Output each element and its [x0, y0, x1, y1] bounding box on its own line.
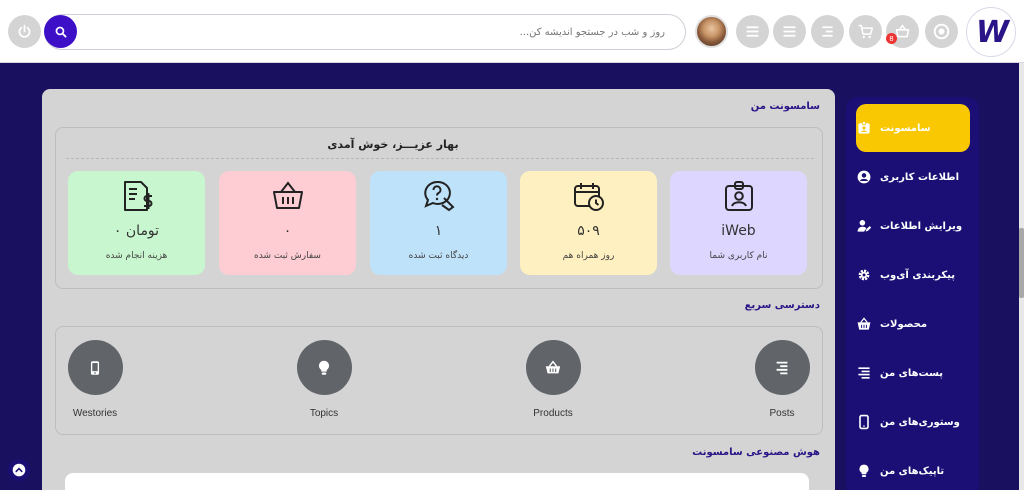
sidebar-item-edit-info[interactable]: ویرایش اطلاعات — [856, 202, 970, 250]
sidebar-item-label: اطلاعات کاربری — [880, 171, 960, 183]
sidebar-item-label: سامسونت — [880, 122, 931, 134]
quick-access-label: Posts — [769, 408, 795, 419]
scrollbar-thumb[interactable] — [1019, 228, 1024, 298]
stat-label: دیدگاه ثبت شده — [408, 251, 469, 261]
id-badge-icon — [858, 121, 870, 134]
posts-list-button[interactable] — [811, 15, 844, 48]
stat-value: ۵۰۹ — [577, 223, 600, 239]
logo-mark: W — [975, 14, 1009, 50]
target-icon — [933, 23, 950, 40]
cart-icon — [858, 24, 874, 39]
stat-card-days: ۵۰۹ روز همراه هم — [520, 171, 657, 275]
quick-access-westories[interactable]: Westories — [45, 340, 145, 419]
page-scrollbar[interactable] — [1019, 63, 1024, 490]
chevron-up-icon — [12, 463, 26, 477]
sidebar-item-label: وستوری‌های من — [880, 416, 960, 428]
stat-value: iWeb — [721, 223, 756, 239]
sidebar-item-products[interactable]: محصولات — [856, 300, 970, 348]
stat-card-cost: ۰ تومان هزینه انجام شده — [68, 171, 205, 275]
sidebar-item-my-westories[interactable]: وستوری‌های من — [856, 398, 970, 446]
mobile-icon — [859, 414, 869, 430]
stat-value: ۰ — [283, 223, 292, 239]
search-button[interactable] — [44, 15, 77, 48]
basket-icon — [857, 317, 871, 330]
power-icon — [18, 24, 31, 38]
target-icon-button[interactable] — [925, 15, 958, 48]
lightbulb-icon — [318, 360, 330, 375]
quick-access-circle[interactable] — [296, 340, 352, 395]
top-bar: W 8 — [0, 0, 1024, 63]
basket-icon — [545, 360, 561, 373]
cart-button[interactable] — [849, 15, 882, 48]
stat-value: ۱ — [434, 223, 443, 239]
stat-card-username: iWeb نام کاربری شما — [670, 171, 807, 275]
sidebar-item-label: ویرایش اطلاعات — [880, 220, 963, 232]
quick-access-label: Topics — [309, 408, 339, 419]
sidebar-item-my-posts[interactable]: پست‌های من — [856, 349, 970, 397]
quick-access-products[interactable]: Products — [503, 340, 603, 419]
sidebar-item-my-topics[interactable]: تاپیک‌های من — [856, 447, 970, 490]
sidebar-item-configuration[interactable]: پیکربندی آی‌وب — [856, 251, 970, 299]
search-input[interactable] — [85, 17, 675, 47]
stat-value: ۰ تومان — [113, 223, 160, 239]
user-avatar[interactable] — [695, 15, 728, 48]
calendar-clock-icon — [573, 183, 604, 211]
align-right-icon — [822, 26, 833, 37]
mobile-icon — [90, 360, 100, 375]
hamburger-icon — [783, 26, 796, 37]
sidebar-item-label: تاپیک‌های من — [880, 465, 945, 477]
user-edit-icon — [857, 220, 872, 232]
sidebar-item-user-info[interactable]: اطلاعات کاربری — [856, 153, 970, 201]
stat-label: سفارش ثبت شده — [254, 251, 321, 261]
search-bar — [44, 14, 686, 50]
logout-button[interactable] — [8, 15, 41, 48]
lightbulb-icon — [859, 464, 869, 477]
hamburger-icon — [746, 26, 759, 37]
comment-question-icon — [423, 180, 455, 212]
stat-label: نام کاربری شما — [709, 251, 768, 261]
user-circle-icon — [857, 170, 871, 184]
divider — [66, 158, 814, 159]
welcome-text: بهار عزیـــز، خوش آمدی — [327, 138, 459, 151]
posts-icon — [776, 361, 788, 374]
section-title-quick-access: دسترسی سریع — [744, 300, 820, 311]
quick-access-circle[interactable] — [67, 340, 123, 395]
sidebar-item-label: پیکربندی آی‌وب — [880, 269, 955, 281]
sidebar-item-label: محصولات — [880, 318, 928, 330]
sidebar-item-label: پست‌های من — [880, 367, 944, 379]
site-logo[interactable]: W — [966, 7, 1016, 57]
quick-access-label: Products — [533, 408, 573, 419]
stat-card-orders: ۰ سفارش ثبت شده — [219, 171, 356, 275]
quick-access-posts[interactable]: Posts — [732, 340, 832, 419]
stat-label: هزینه انجام شده — [105, 251, 168, 261]
sidebar: سامسونت اطلاعات کاربری ویرایش اطلاعات پی… — [846, 97, 979, 490]
sidebar-item-dashboard[interactable]: سامسونت — [856, 104, 970, 152]
quick-access-circle[interactable] — [525, 340, 581, 395]
user-badge-icon — [724, 181, 753, 211]
basket-icon — [272, 181, 303, 209]
stat-label: روز همراه هم — [562, 251, 615, 261]
invoice-dollar-icon — [123, 181, 152, 211]
quick-access-label: Westories — [72, 408, 118, 419]
posts-icon — [858, 367, 870, 379]
stat-card-comments: ۱ دیدگاه ثبت شده — [370, 171, 507, 275]
menu-button-secondary[interactable] — [736, 15, 769, 48]
search-icon — [55, 26, 66, 37]
quick-access-topics[interactable]: Topics — [274, 340, 374, 419]
section-title-dashboard: سامسونت من — [750, 101, 820, 112]
quick-access-box — [55, 326, 823, 435]
cart-badge: 8 — [886, 33, 897, 44]
scroll-to-top-button[interactable] — [8, 459, 30, 481]
menu-button[interactable] — [773, 15, 806, 48]
quick-access-circle[interactable] — [754, 340, 810, 395]
section-title-ai: هوش مصنوعی سامسونت — [692, 447, 820, 458]
gear-icon — [858, 269, 870, 281]
ai-card — [65, 473, 809, 490]
